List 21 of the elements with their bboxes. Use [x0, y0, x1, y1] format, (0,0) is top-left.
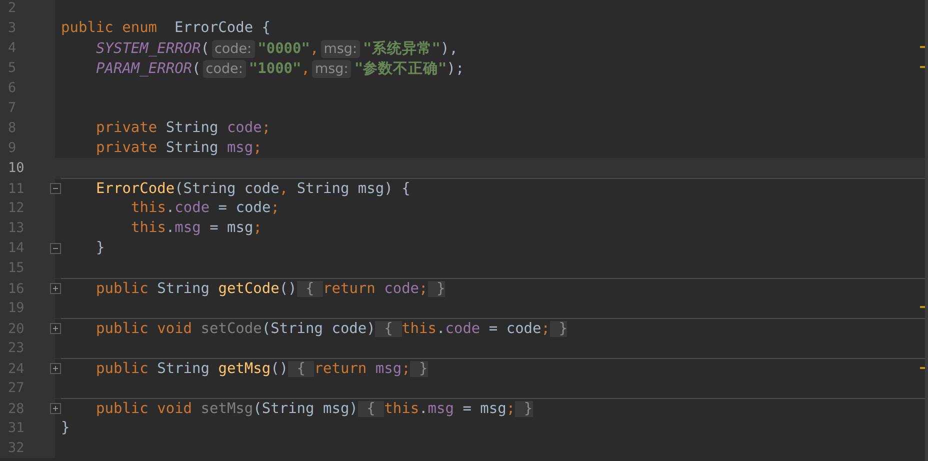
code-line: public enum ErrorCode { — [61, 20, 271, 36]
collapse-icon[interactable] — [50, 242, 61, 254]
code-line: this.code = code; — [131, 200, 280, 216]
code-line: this.msg = msg; — [131, 220, 262, 236]
expand-icon[interactable] — [50, 403, 61, 414]
code-line: public String getMsg() { return msg; } — [96, 360, 428, 376]
line-number: 10 — [7, 160, 26, 176]
code-line: PARAM_ERROR( code: "1000", msg: "参数不正确"); — [96, 58, 464, 78]
code-line: SYSTEM_ERROR( code: "0000", msg: "系统异常"), — [96, 38, 458, 58]
code-line: ErrorCode(String code, String msg) { — [96, 180, 410, 196]
code-line: public void setMsg(String msg) { this.msg = msg; } — [96, 400, 533, 416]
code-line: private String code; — [96, 120, 271, 136]
expand-icon[interactable] — [50, 363, 61, 374]
code-line: public void setCode(String code) { this.code = code; } — [96, 320, 568, 336]
collapse-icon[interactable] — [50, 183, 61, 194]
code-line: } — [61, 420, 70, 436]
code-line: private String msg; — [96, 140, 262, 156]
expand-icon[interactable] — [50, 283, 61, 294]
code-line: public String getCode() { return code; } — [96, 280, 446, 296]
expand-icon[interactable] — [50, 323, 61, 334]
code-line: } — [96, 240, 105, 256]
